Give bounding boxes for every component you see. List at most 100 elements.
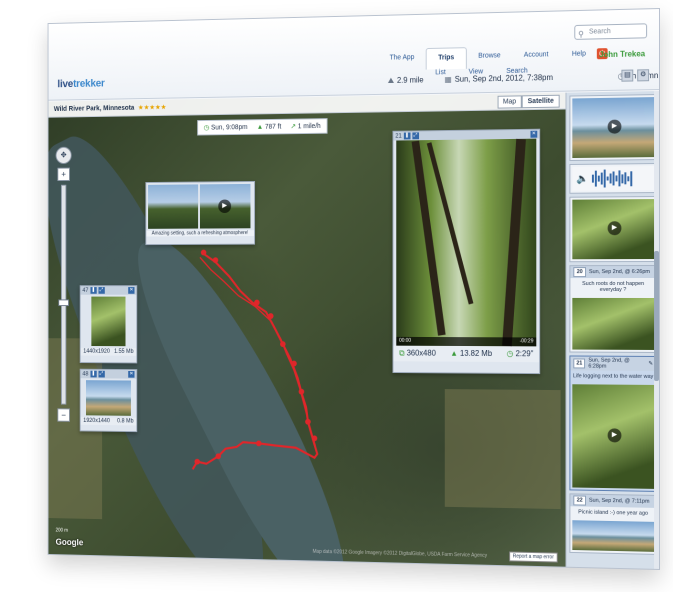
photo-marker — [305, 418, 311, 425]
photo-marker — [298, 388, 305, 395]
gear-icon[interactable]: ⚙ — [637, 69, 650, 82]
video-thumbnail[interactable]: ▶ — [572, 97, 655, 159]
play-icon[interactable]: ▶ — [218, 199, 232, 214]
video-size: ▲ 13.82 Mb — [450, 348, 493, 358]
pan-control[interactable]: ✥ — [55, 146, 72, 164]
play-icon[interactable]: ▶ — [607, 428, 622, 443]
video-resolution: ⧉ 360x480 — [399, 348, 436, 358]
audio-waveform[interactable]: 🔈 — [572, 166, 655, 191]
item-header: 21 Sun, Sep 2nd, @ 6:28pm ✎ — [570, 356, 657, 371]
video-popup[interactable]: 21 ❚ ⤢ ✕ 00:00 -00:29 ⧉ 360x480 ▲ 13.82 M… — [392, 128, 541, 375]
nav-help[interactable]: Help — [560, 44, 598, 67]
sidebar-scrollbar[interactable] — [654, 91, 660, 569]
video-time-end: -00:29 — [519, 338, 534, 345]
google-logo: Google — [55, 537, 84, 548]
play-icon[interactable]: ▶ — [607, 221, 622, 236]
calendar-icon: ▦ — [444, 74, 452, 84]
map-type-satellite[interactable]: Satellite — [521, 94, 560, 109]
logo[interactable]: livetrekker — [57, 78, 104, 90]
timeline-item[interactable]: ▶ — [569, 94, 658, 162]
tree-trunk — [502, 138, 526, 347]
photo-number: 47 — [82, 287, 89, 294]
item-header: 20 Sun, Sep 2nd, @ 6:26pm — [570, 266, 657, 279]
user-name[interactable]: John Trekea — [599, 49, 645, 59]
rating-stars: ★★★★★ — [137, 104, 167, 112]
photo-popup[interactable]: 48 ❚ ⤢ ✕ 1920x1440 0.8 Mb — [79, 368, 138, 433]
mountain-icon: ▲ — [256, 123, 264, 131]
map-type-map[interactable]: Map — [497, 95, 522, 109]
clock-icon: ◷ — [203, 124, 210, 132]
close-icon[interactable]: ✕ — [128, 370, 135, 378]
pause-icon[interactable]: ❚ — [403, 132, 411, 140]
trip-datetime: ▦ Sun, Sep 2nd, 2012, 7:38pm — [444, 73, 553, 84]
photo-image[interactable] — [91, 296, 126, 347]
timeline-item[interactable]: 20 Sun, Sep 2nd, @ 6:26pm Such roots do n… — [569, 265, 658, 353]
header: livetrekker The App Trips Browse Account… — [48, 9, 660, 101]
expand-icon[interactable]: ⤢ — [412, 132, 419, 140]
trip-distance: ⛰ 2.9 mile — [387, 75, 424, 85]
popup-header: 47 ❚ ⤢ ✕ — [80, 286, 137, 295]
pause-icon[interactable]: ❚ — [90, 370, 97, 378]
photo-image[interactable] — [85, 380, 131, 416]
map-type-switch: Map Satellite — [497, 94, 560, 109]
zoom-control: ✥ + − — [55, 146, 72, 431]
resolution-icon: ⧉ — [399, 348, 405, 358]
timeline-item[interactable]: ▶ — [569, 196, 658, 263]
timeline-sidebar[interactable]: ▶ 🔈 ▶ 20 Sun, Sep 2nd, @ 6:26pm Such root… — [565, 91, 660, 569]
close-icon[interactable]: ✕ — [128, 287, 135, 294]
speaker-icon[interactable]: 🔈 — [576, 173, 588, 184]
photo-number: 48 — [82, 371, 89, 377]
video-number: 21 — [395, 133, 402, 140]
photo-thumbnail[interactable] — [572, 520, 655, 552]
zoom-out-button[interactable]: − — [57, 408, 70, 422]
timeline-item[interactable]: 🔈 — [569, 163, 658, 194]
video-controls[interactable]: 00:00 -00:29 — [396, 336, 537, 347]
photo-marker — [212, 257, 219, 264]
timeline-item-active[interactable]: 21 Sun, Sep 2nd, @ 6:28pm ✎ Life logging n… — [569, 355, 658, 492]
play-icon[interactable]: ▶ — [607, 119, 622, 134]
expand-icon[interactable]: ⤢ — [98, 370, 105, 378]
zoom-slider-thumb[interactable] — [58, 299, 69, 307]
photo-thumbnail[interactable] — [148, 184, 199, 229]
download-icon: ▲ — [450, 348, 458, 358]
edit-icon[interactable]: ✎ — [648, 361, 653, 367]
stat-time: ◷ Sun, 9:08pm — [203, 124, 248, 132]
expand-icon[interactable]: ⤢ — [98, 287, 105, 294]
map-view[interactable]: Wild River Park, Minnesota ★★★★★ Map Sate… — [48, 92, 566, 567]
photo-popup[interactable]: ▶ Amazing setting, such a refreshing atm… — [145, 180, 256, 246]
timeline-item[interactable]: 22 Sun, Sep 2nd, @ 7:11pm Picnic island :… — [569, 493, 658, 555]
video-thumbnail[interactable]: ▶ — [572, 199, 655, 260]
photo-popup[interactable]: 47 ❚ ⤢ ✕ 1440x1920 1.55 Mb — [79, 285, 138, 364]
route-line — [193, 252, 318, 471]
speed-icon: ↗ — [290, 123, 296, 131]
popup-header: 48 ❚ ⤢ ✕ — [80, 369, 137, 379]
segment-stats: ◷ Sun, 9:08pm ▲ 787 ft ↗ 1 mile/h — [197, 118, 328, 136]
video-thumbnail[interactable]: ▶ — [572, 384, 655, 489]
item-caption: Such roots do not happen everyday ? — [582, 281, 645, 293]
search-input[interactable]: ⚲ Search — [574, 23, 648, 40]
item-caption: Picnic island :-) one year ago — [578, 509, 649, 517]
report-map-error[interactable]: Report a map error — [508, 551, 558, 563]
stat-elevation: ▲ 787 ft — [256, 123, 282, 131]
photo-marker — [200, 249, 207, 256]
export-icon[interactable]: ▤ — [621, 69, 634, 82]
video-thumbnail[interactable]: ▶ — [199, 183, 251, 229]
photo-marker — [254, 299, 260, 306]
photo-marker — [280, 341, 286, 348]
route-markers — [194, 249, 318, 465]
app-window: livetrekker The App Trips Browse Account… — [47, 8, 661, 570]
photo-thumbnail[interactable] — [572, 297, 655, 350]
video-player[interactable]: 00:00 -00:29 — [396, 138, 537, 347]
scrollbar-thumb[interactable] — [654, 251, 660, 381]
photo-meta: 1440x1920 1.55 Mb — [80, 347, 137, 356]
popup-caption: Amazing setting, such a refreshing atmos… — [146, 230, 255, 237]
photo-marker — [268, 313, 274, 319]
pause-icon[interactable]: ❚ — [90, 287, 97, 294]
tree-trunk — [411, 140, 446, 336]
zoom-slider[interactable] — [58, 184, 69, 405]
stat-speed: ↗ 1 mile/h — [290, 123, 321, 131]
video-time-start: 00:00 — [399, 337, 411, 344]
video-length: ◷ 2:29" — [506, 349, 534, 359]
close-icon[interactable]: ✕ — [530, 130, 538, 138]
zoom-in-button[interactable]: + — [57, 167, 70, 182]
